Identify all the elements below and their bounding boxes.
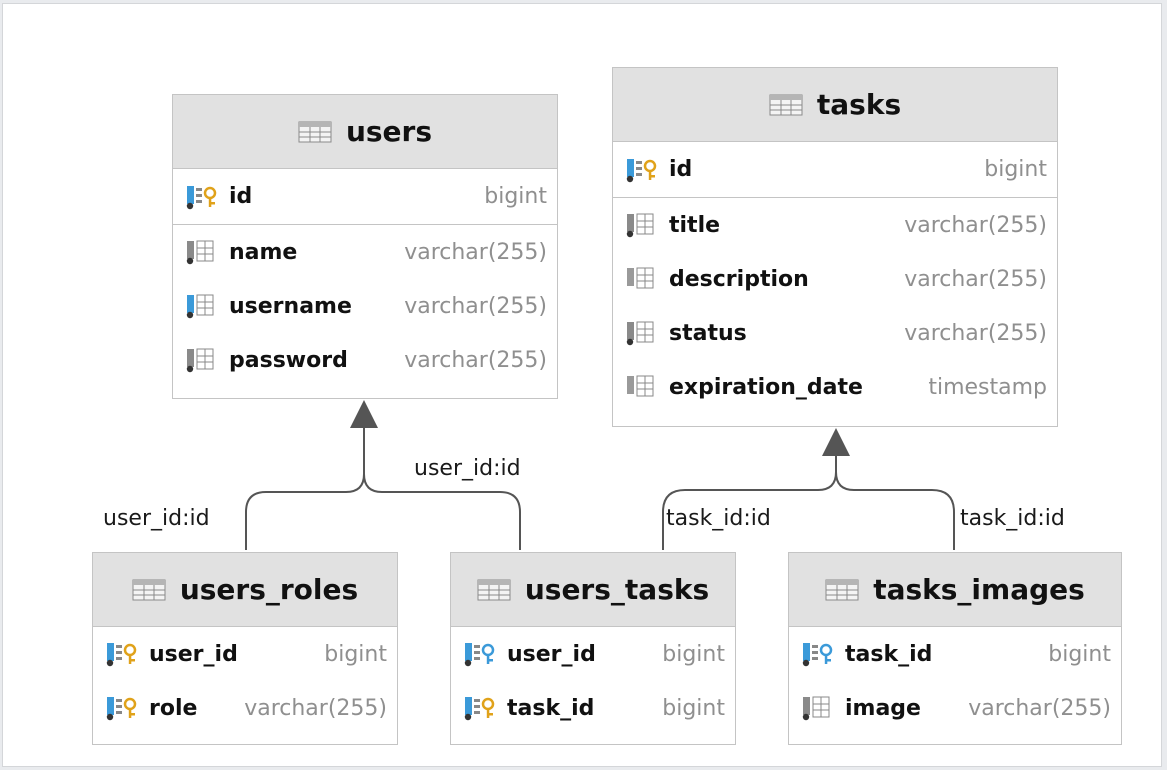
table-users-roles[interactable]: users_roles user_id bigint role varchar(… — [92, 552, 398, 745]
column-type: varchar(255) — [404, 293, 547, 319]
column-type: varchar(255) — [968, 695, 1111, 721]
column-name: image — [845, 695, 921, 721]
column-type: varchar(255) — [244, 695, 387, 721]
relation-label: user_id:id — [414, 456, 521, 481]
column-name: task_id — [845, 641, 933, 667]
column-name: user_id — [149, 641, 238, 667]
column-row[interactable]: role varchar(255) — [93, 681, 397, 735]
column-icon — [626, 321, 654, 346]
column-type: bigint — [662, 641, 725, 667]
column-name: username — [229, 293, 352, 319]
table-tasks-images[interactable]: tasks_images task_id bigint image varcha… — [788, 552, 1122, 745]
column-icon — [186, 294, 214, 319]
table-header: users_tasks — [451, 553, 735, 627]
column-name: expiration_date — [669, 374, 863, 400]
column-name: password — [229, 347, 348, 373]
table-tasks[interactable]: tasks id bigint title varchar(255) descr… — [612, 67, 1058, 427]
column-name: user_id — [507, 641, 596, 667]
column-row[interactable]: username varchar(255) — [173, 279, 557, 333]
table-title: tasks — [816, 88, 902, 121]
table-users-tasks[interactable]: users_tasks user_id bigint task_id bigin… — [450, 552, 736, 745]
primary-key-icon — [186, 185, 217, 209]
column-type: bigint — [662, 695, 725, 721]
relation-label: task_id:id — [666, 506, 771, 531]
column-name: status — [669, 320, 747, 346]
column-row[interactable]: description varchar(255) — [613, 252, 1057, 306]
table-title: tasks_images — [873, 573, 1085, 606]
column-type: varchar(255) — [904, 266, 1047, 292]
column-row[interactable]: image varchar(255) — [789, 681, 1121, 735]
table-header: tasks — [613, 68, 1057, 142]
foreign-key-icon — [464, 697, 495, 721]
column-row[interactable]: password varchar(255) — [173, 333, 557, 387]
column-icon — [627, 375, 654, 397]
column-row[interactable]: task_id bigint — [789, 627, 1121, 681]
column-name: role — [149, 695, 198, 721]
table-icon — [769, 94, 803, 115]
column-row[interactable]: task_id bigint — [451, 681, 735, 735]
column-row[interactable]: id bigint — [173, 169, 557, 225]
table-title: users_tasks — [524, 573, 710, 606]
column-icon — [626, 213, 654, 238]
column-name: id — [229, 184, 253, 209]
column-type: varchar(255) — [404, 239, 547, 265]
relation-label: user_id:id — [103, 506, 210, 531]
table-icon — [132, 579, 166, 600]
primary-key-icon — [626, 158, 657, 182]
column-icon — [186, 240, 214, 265]
table-users[interactable]: users id bigint name varchar(255) userna… — [172, 94, 558, 399]
foreign-key-icon — [464, 643, 495, 667]
column-name: description — [669, 266, 809, 292]
column-row[interactable]: id bigint — [613, 142, 1057, 198]
column-type: bigint — [1048, 641, 1111, 667]
foreign-key-icon — [802, 643, 833, 667]
table-header: tasks_images — [789, 553, 1121, 627]
foreign-key-icon — [106, 643, 137, 667]
table-header: users — [173, 95, 557, 169]
column-row[interactable]: user_id bigint — [451, 627, 735, 681]
column-name: title — [669, 212, 721, 238]
column-type: varchar(255) — [904, 212, 1047, 238]
column-type: bigint — [984, 157, 1047, 182]
column-row[interactable]: name varchar(255) — [173, 225, 557, 279]
table-icon — [477, 579, 511, 600]
column-icon — [802, 696, 830, 721]
column-row[interactable]: title varchar(255) — [613, 198, 1057, 252]
column-name: task_id — [507, 695, 595, 721]
column-name: name — [229, 239, 298, 265]
column-type: varchar(255) — [404, 347, 547, 373]
column-type: varchar(255) — [904, 320, 1047, 346]
table-title: users — [345, 115, 433, 148]
column-row[interactable]: user_id bigint — [93, 627, 397, 681]
table-icon — [298, 121, 332, 142]
relation-label: task_id:id — [960, 506, 1065, 531]
column-icon — [627, 267, 654, 289]
column-row[interactable]: status varchar(255) — [613, 306, 1057, 360]
column-type: timestamp — [928, 374, 1047, 400]
column-name: id — [669, 157, 693, 182]
column-row[interactable]: expiration_date timestamp — [613, 360, 1057, 414]
table-header: users_roles — [93, 553, 397, 627]
table-icon — [825, 579, 859, 600]
column-type: bigint — [324, 641, 387, 667]
column-type: bigint — [484, 184, 547, 209]
column-icon — [186, 348, 214, 373]
table-title: users_roles — [179, 573, 359, 606]
foreign-key-icon — [106, 697, 137, 721]
